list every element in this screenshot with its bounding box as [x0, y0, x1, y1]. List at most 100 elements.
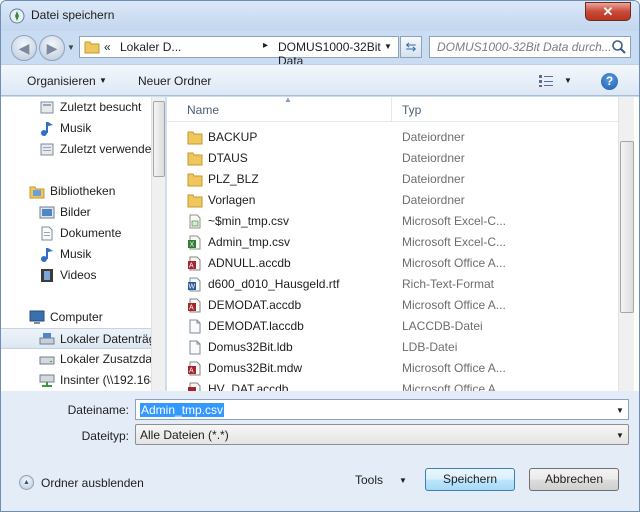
file-type: Microsoft Office A...: [402, 361, 506, 375]
file-row[interactable]: BACKUP Dateiordner: [167, 127, 627, 148]
file-row[interactable]: X Admin_tmp.csv Microsoft Excel-C...: [167, 232, 627, 253]
file-row[interactable]: A ADNULL.accdb Microsoft Office A...: [167, 253, 627, 274]
generic-file-icon: [189, 319, 201, 334]
file-row[interactable]: ~$min_tmp.csv Microsoft Excel-C...: [167, 211, 627, 232]
filetype-value: Alle Dateien (*.*): [140, 428, 229, 442]
drive-icon: [39, 356, 55, 365]
file-row[interactable]: A Domus32Bit.mdw Microsoft Office A...: [167, 358, 627, 379]
address-overflow-chevron[interactable]: «: [104, 40, 111, 54]
search-icon[interactable]: [611, 39, 627, 55]
forward-button[interactable]: ▶: [39, 35, 65, 61]
address-history-dropdown-icon[interactable]: ▼: [384, 42, 392, 51]
help-button[interactable]: ?: [601, 73, 618, 90]
file-type: Microsoft Excel-C...: [402, 214, 507, 228]
new-folder-button[interactable]: Neuer Ordner: [138, 74, 211, 88]
chevron-down-icon[interactable]: ▼: [616, 431, 624, 440]
file-list-scrollbar[interactable]: [618, 97, 634, 391]
recent-items-icon: [40, 143, 54, 156]
documents-icon: [41, 226, 53, 241]
file-row[interactable]: DTAUS Dateiordner: [167, 148, 627, 169]
back-button[interactable]: ◀: [11, 35, 37, 61]
nav-item-label: Musik: [60, 247, 92, 261]
search-placeholder: DOMUS1000-32Bit Data durch...: [437, 40, 612, 54]
view-options-icon[interactable]: [538, 74, 554, 88]
nav-item-recent-places[interactable]: Zuletzt besucht: [1, 97, 151, 118]
access-db-icon: A: [188, 256, 201, 271]
file-row[interactable]: W d600_d010_Hausgeld.rtf Rich-Text-Forma…: [167, 274, 627, 295]
cancel-button[interactable]: Abbrechen: [529, 468, 619, 491]
nav-item-label: Lokaler Zusatzdatenträger: [60, 352, 165, 366]
file-row[interactable]: DEMODAT.laccdb LACCDB-Datei: [167, 316, 627, 337]
filetype-select[interactable]: Alle Dateien (*.*) ▼: [135, 424, 629, 445]
nav-item-local-disk[interactable]: Lokaler Datenträger: [1, 328, 165, 349]
nav-item-library-music[interactable]: Musik: [1, 244, 151, 265]
file-type: LDB-Datei: [402, 340, 458, 354]
nav-item-label: Musik: [60, 121, 92, 135]
nav-item-computer[interactable]: Computer: [1, 307, 151, 328]
network-drive-icon: [39, 374, 55, 387]
file-row[interactable]: A DEMODAT.accdb Microsoft Office A...: [167, 295, 627, 316]
scrollbar-thumb[interactable]: [153, 101, 165, 177]
file-type: Dateiordner: [402, 130, 465, 144]
nav-item-label: Videos: [60, 268, 97, 282]
nav-item-documents[interactable]: Dokumente: [1, 223, 151, 244]
tools-menu-button[interactable]: Tools: [355, 473, 383, 487]
nav-item-recent-items[interactable]: Zuletzt verwendet: [1, 139, 155, 160]
refresh-button[interactable]: ⇆: [400, 36, 422, 58]
filename-value[interactable]: Admin_tmp.csv: [140, 403, 225, 417]
command-toolbar: Organisieren ▼ Neuer Ordner ▼ ?: [1, 64, 639, 96]
svg-text:X: X: [190, 242, 195, 249]
column-header-name[interactable]: Name: [187, 103, 219, 117]
nav-item-music[interactable]: Musik: [1, 118, 151, 139]
title-bar: Datei speichern ✕: [1, 1, 639, 31]
nav-item-label: Lokaler Datenträger: [60, 332, 165, 346]
recent-places-icon: [40, 101, 54, 114]
organize-button[interactable]: Organisieren: [27, 74, 96, 88]
file-row[interactable]: PLZ_BLZ Dateiordner: [167, 169, 627, 190]
file-row[interactable]: Vorlagen Dateiordner: [167, 190, 627, 211]
file-type: Dateiordner: [402, 151, 465, 165]
navigation-scrollbar[interactable]: [151, 97, 165, 391]
file-row[interactable]: Domus32Bit.ldb LDB-Datei: [167, 337, 627, 358]
svg-text:W: W: [189, 284, 196, 291]
svg-text:A: A: [189, 263, 194, 270]
column-header-type[interactable]: Typ: [402, 103, 421, 117]
filename-input[interactable]: Admin_tmp.csv ▼: [135, 399, 629, 420]
view-dropdown-icon[interactable]: ▼: [564, 76, 572, 85]
search-box[interactable]: DOMUS1000-32Bit Data durch...: [429, 36, 631, 58]
hide-folders-label: Ordner ausblenden: [41, 476, 144, 490]
file-list: ▲ Name Typ BACKUP Dateiordner DTAUS Date…: [166, 97, 639, 391]
file-type: Microsoft Excel-C...: [402, 235, 507, 249]
window-title: Datei speichern: [31, 8, 115, 22]
file-row[interactable]: HV_DAT.accdb Microsoft Office A...: [167, 379, 627, 391]
file-type: Microsoft Office A...: [402, 382, 506, 391]
recent-locations-dropdown-icon[interactable]: ▼: [67, 43, 75, 52]
file-type: LACCDB-Datei: [402, 319, 483, 333]
column-divider[interactable]: [391, 97, 392, 121]
excel-csv-icon: X: [188, 235, 201, 250]
nav-item-network-drive[interactable]: Insinter (\\192.168: [1, 370, 157, 391]
file-type: Dateiordner: [402, 172, 465, 186]
file-type: Rich-Text-Format: [402, 277, 495, 291]
chevron-down-icon[interactable]: ▼: [399, 476, 407, 485]
address-separator[interactable]: ▸: [263, 40, 268, 51]
nav-item-label: Bilder: [60, 205, 91, 219]
save-button[interactable]: Speichern: [425, 468, 515, 491]
close-button[interactable]: ✕: [585, 2, 631, 21]
folder-icon: [84, 41, 100, 54]
save-dialog: Datei speichern ✕ ◀ ▶ ▼ « Lokaler D... ▸…: [0, 0, 640, 512]
nav-item-extra-drive[interactable]: Lokaler Zusatzdatenträger: [1, 349, 165, 370]
scrollbar-thumb[interactable]: [620, 141, 634, 313]
chevron-down-icon[interactable]: ▼: [616, 406, 624, 415]
address-segment-drive[interactable]: Lokaler D...: [120, 40, 181, 54]
nav-item-label: Bibliotheken: [50, 184, 116, 198]
nav-item-libraries[interactable]: Bibliotheken: [1, 181, 151, 202]
computer-icon: [29, 310, 45, 324]
chevron-up-icon: ▲: [19, 475, 34, 490]
pictures-icon: [39, 206, 55, 219]
nav-item-videos[interactable]: Videos: [1, 265, 151, 286]
chevron-down-icon[interactable]: ▼: [99, 76, 107, 85]
generic-file-icon: [189, 340, 201, 355]
address-bar[interactable]: « Lokaler D... ▸ DOMUS1000-32Bit Data ▼: [79, 36, 399, 68]
nav-item-pictures[interactable]: Bilder: [1, 202, 151, 223]
